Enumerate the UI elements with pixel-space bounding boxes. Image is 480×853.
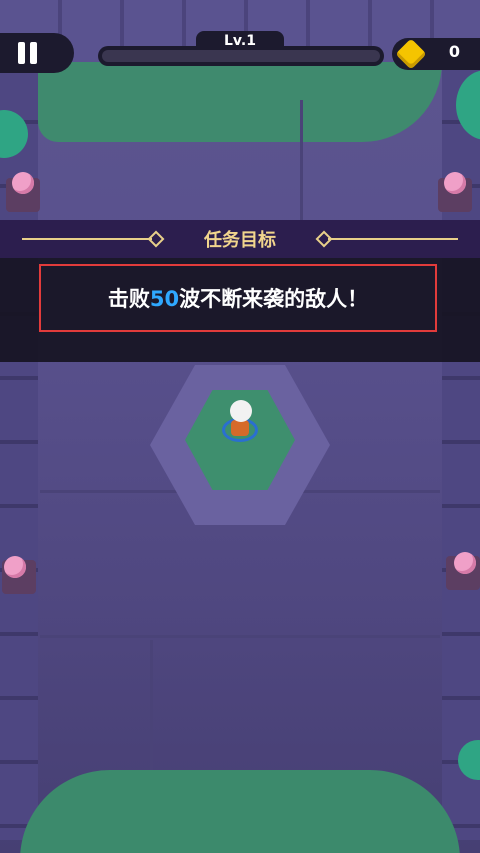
game-arena xyxy=(0,0,480,853)
floor-crack xyxy=(300,100,303,220)
mission-text-suffix: 波不断来袭的敌人！ xyxy=(179,287,369,311)
grass-patch-bottom xyxy=(20,770,460,853)
coin-count: 0 xyxy=(448,42,460,61)
diamond-ornament-icon xyxy=(147,230,165,248)
mission-title: 任务目标 xyxy=(204,230,276,251)
decorative-line xyxy=(22,238,152,240)
pink-orb xyxy=(444,172,466,194)
pause-icon xyxy=(18,42,25,64)
mission-header: 任务目标 xyxy=(0,220,480,258)
pink-orb xyxy=(4,556,26,578)
pink-orb xyxy=(12,172,34,194)
gold-coin-icon xyxy=(395,38,427,70)
floor-crack xyxy=(150,640,153,770)
grass-patch-top xyxy=(38,62,442,142)
mission-objective-text: 击败50波不断来袭的敌人！ xyxy=(108,283,368,313)
pink-orb xyxy=(454,552,476,574)
pause-icon-bar xyxy=(30,42,37,64)
player-character xyxy=(222,400,258,442)
mission-text-prefix: 击败 xyxy=(107,287,150,311)
floor-crack xyxy=(40,635,440,638)
mission-objective-box: 击败50波不断来袭的敌人！ xyxy=(39,264,437,332)
xp-track xyxy=(102,50,380,62)
pause-button[interactable] xyxy=(0,33,74,73)
xp-bar xyxy=(98,46,384,66)
wave-count: 50 xyxy=(149,287,180,311)
decorative-line xyxy=(328,238,458,240)
coin-counter: 0 xyxy=(392,38,480,70)
